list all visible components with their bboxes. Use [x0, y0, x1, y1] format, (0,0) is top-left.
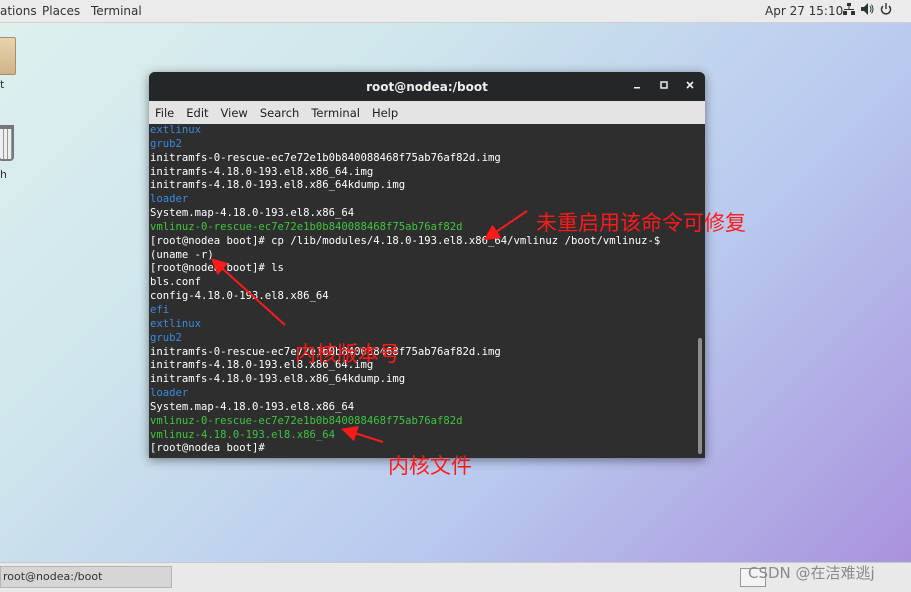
trash-icon[interactable] [0, 125, 14, 161]
terminal-line: initramfs-0-rescue-ec7e72e1b0b840088468f… [150, 151, 501, 164]
terminal-line: [root@nodea boot]# ls [150, 262, 284, 275]
terminal-line: initramfs-0-rescue-ec7e72e1b0b840088468f… [150, 345, 501, 358]
terminal-output[interactable]: extlinux grub2 initramfs-0-rescue-ec7e72e1… [149, 124, 694, 458]
home-folder-icon[interactable] [0, 37, 16, 75]
power-icon [880, 3, 892, 18]
scrollbar-thumb[interactable] [698, 338, 702, 454]
terminal-app-menu[interactable]: Terminal [91, 4, 142, 18]
terminal-line: config-4.18.0-193.el8.x86_64 [150, 290, 329, 303]
window-title: root@nodea:/boot [366, 80, 488, 94]
menu-file[interactable]: File [155, 106, 174, 120]
terminal-window[interactable]: root@nodea:/boot File Edit View Search T… [149, 72, 705, 458]
terminal-line: initramfs-4.18.0-193.el8.x86_64kdump.img [150, 373, 406, 386]
terminal-line: grub2 [150, 331, 182, 344]
maximize-icon [660, 81, 668, 89]
terminal-line: bls.conf [150, 276, 202, 289]
terminal-scrollbar[interactable] [694, 124, 705, 458]
terminal-line: System.map-4.18.0-193.el8.x86_64 [150, 400, 355, 413]
menu-terminal[interactable]: Terminal [311, 106, 360, 120]
menu-view[interactable]: View [221, 106, 248, 120]
terminal-line: loader [150, 193, 189, 206]
terminal-line: extlinux [150, 124, 202, 136]
terminal-menubar: File Edit View Search Terminal Help [149, 101, 705, 125]
terminal-line: (uname -r) [150, 248, 214, 261]
terminal-line: vmlinuz-0-rescue-ec7e72e1b0b840088468f75… [150, 414, 463, 427]
watermark: CSDN @在洁难逃j [748, 564, 875, 582]
minimize-button[interactable] [629, 78, 645, 94]
network-icon [843, 3, 855, 18]
menu-help[interactable]: Help [372, 106, 398, 120]
annotation-kernel-version: 内核版本号 [295, 342, 400, 366]
system-tray[interactable] [843, 3, 892, 18]
terminal-line: grub2 [150, 137, 182, 150]
trash-label: h [0, 168, 7, 181]
menu-edit[interactable]: Edit [186, 106, 208, 120]
close-icon [686, 81, 694, 89]
annotation-no-reboot-fix: 未重启用该命令可修复 [536, 211, 746, 235]
terminal-line: loader [150, 387, 189, 400]
volume-icon [861, 3, 874, 18]
close-button[interactable] [682, 78, 698, 94]
terminal-line: initramfs-4.18.0-193.el8.x86_64kdump.img [150, 179, 406, 192]
taskbar-item-terminal[interactable]: root@nodea:/boot [0, 566, 172, 588]
menu-search[interactable]: Search [260, 106, 300, 120]
terminal-line: extlinux [150, 317, 202, 330]
minimize-icon [634, 87, 640, 89]
terminal-line: vmlinuz-4.18.0-193.el8.x86_64 [150, 428, 335, 441]
home-folder-label: t [0, 78, 5, 91]
clock[interactable]: Apr 27 15:10 [765, 4, 843, 18]
places-menu[interactable]: Places [42, 4, 80, 18]
annotation-kernel-file: 内核文件 [388, 454, 472, 478]
terminal-line: initramfs-4.18.0-193.el8.x86_64.img [150, 165, 374, 178]
terminal-line: initramfs-4.18.0-193.el8.x86_64.img [150, 359, 374, 372]
terminal-line: efi [150, 303, 170, 316]
window-titlebar[interactable]: root@nodea:/boot [149, 72, 705, 101]
maximize-button[interactable] [656, 78, 672, 94]
top-bar: ations Places Terminal Apr 27 15:10 [0, 0, 911, 23]
applications-menu[interactable]: ations [0, 4, 37, 18]
